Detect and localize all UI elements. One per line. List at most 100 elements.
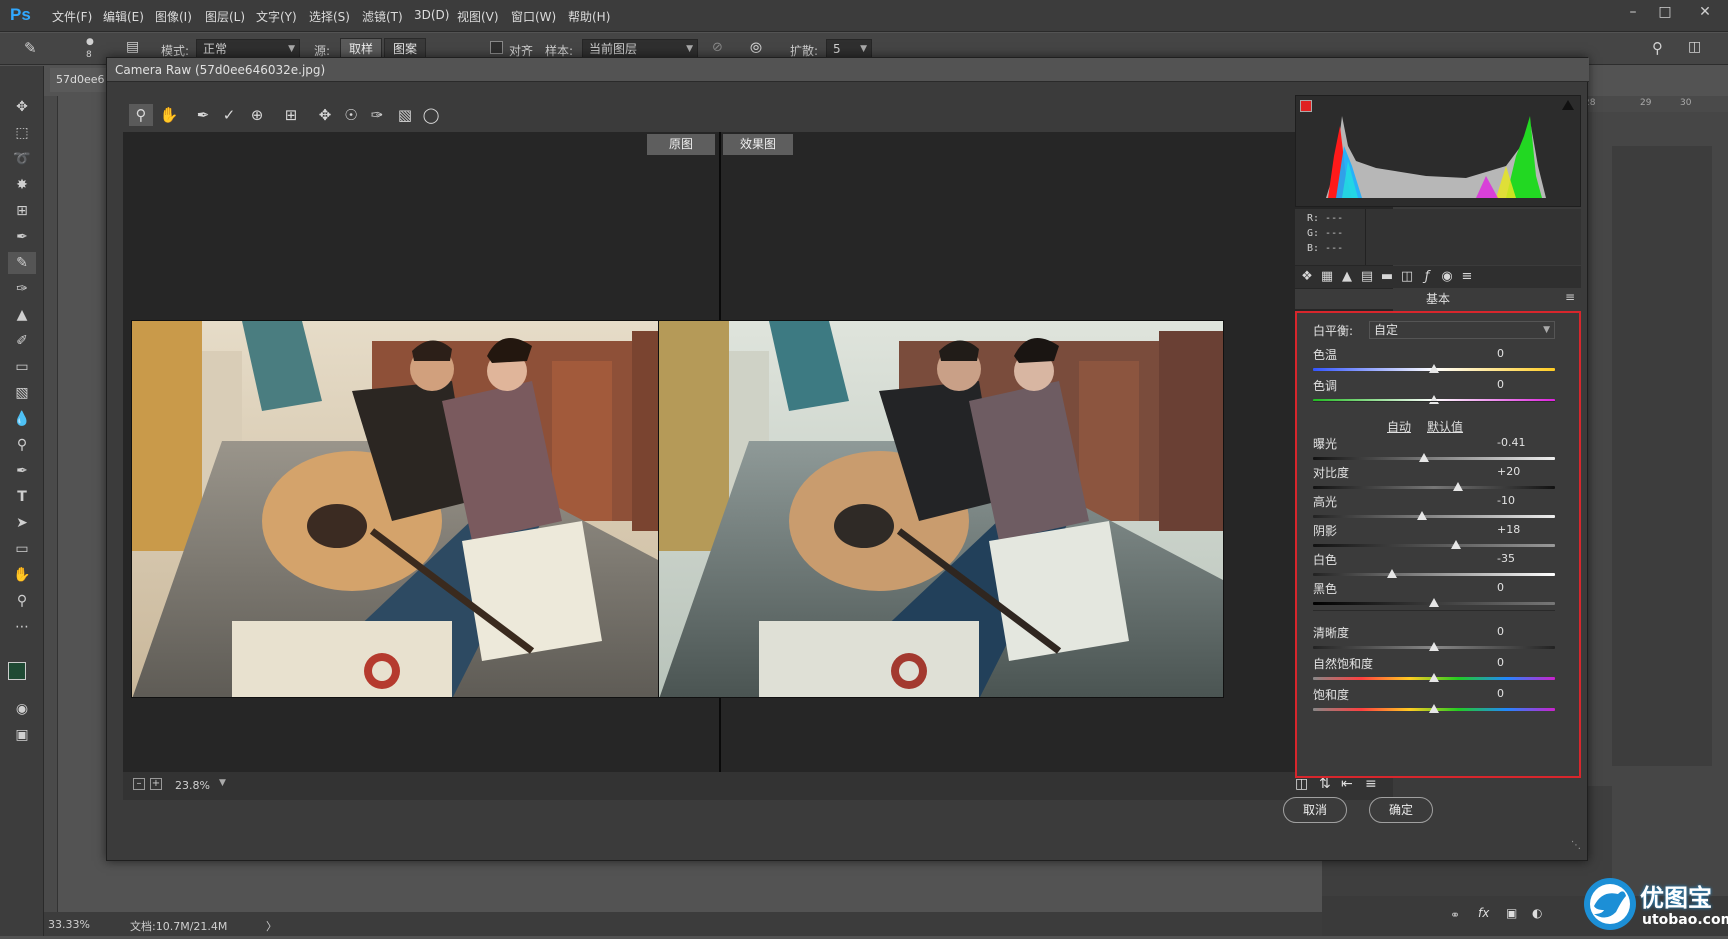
mask-icon[interactable]: ▣ <box>1506 906 1517 920</box>
tab-tone-curve-icon[interactable]: ▦ <box>1317 268 1337 286</box>
slider-track[interactable] <box>1313 544 1555 547</box>
tab-split-toning-icon[interactable]: ▬ <box>1377 268 1397 286</box>
menu-file[interactable]: 文件(F) <box>52 8 92 25</box>
more-tools-icon[interactable]: ⋯ <box>8 616 36 638</box>
radial-filter-icon[interactable]: ◯ <box>419 104 443 126</box>
quick-select-icon[interactable]: ✸ <box>8 174 36 196</box>
color-sampler-icon[interactable]: ✓ <box>217 104 241 126</box>
slider-thumb[interactable] <box>1429 598 1439 607</box>
slider-track[interactable] <box>1313 515 1555 518</box>
path-select-icon[interactable]: ➤ <box>8 512 36 534</box>
white-balance-icon[interactable]: ✒ <box>191 104 215 126</box>
crop-icon[interactable]: ⊞ <box>279 104 303 126</box>
slider-value[interactable]: 0 <box>1497 655 1545 671</box>
minimize-icon[interactable]: – <box>1618 2 1648 24</box>
slider-thumb[interactable] <box>1450 540 1461 549</box>
resize-grip-icon[interactable]: ⋱ <box>1571 840 1581 851</box>
hand-tool-icon[interactable]: ✋ <box>8 564 36 586</box>
tab-effects-icon[interactable]: ƒ <box>1417 268 1437 286</box>
search-icon[interactable]: ⚲ <box>1652 39 1663 57</box>
screen-mode-icon[interactable]: ▣ <box>8 724 36 746</box>
foreground-color-swatch[interactable] <box>8 662 26 680</box>
slider-thumb[interactable] <box>1429 642 1439 651</box>
zoom-out-icon[interactable]: – <box>133 778 145 790</box>
dodge-tool-icon[interactable]: ⚲ <box>8 434 36 456</box>
menu-type[interactable]: 文字(Y) <box>256 8 297 25</box>
eraser-tool-icon[interactable]: ▭ <box>8 356 36 378</box>
workspace-icon[interactable]: ◫ <box>1688 39 1701 55</box>
tab-camera-calibration-icon[interactable]: ◉ <box>1437 268 1457 286</box>
brush-size[interactable]: 8 <box>86 50 92 60</box>
menu-window[interactable]: 窗口(W) <box>511 8 556 25</box>
view-mode-icon[interactable]: ◫ <box>1295 776 1308 792</box>
tab-lens-icon[interactable]: ◫ <box>1397 268 1417 286</box>
slider-thumb[interactable] <box>1386 569 1397 578</box>
pressure-icon[interactable]: ⦾ <box>750 39 762 57</box>
slider-value[interactable]: -35 <box>1497 551 1545 567</box>
slider-value[interactable]: -10 <box>1497 493 1545 509</box>
diffusion-select[interactable]: 5 ▼ <box>826 39 872 59</box>
zoom-tool-icon[interactable]: ⚲ <box>8 590 36 612</box>
targeted-adjust-icon[interactable]: ⊕ <box>245 104 269 126</box>
adjustment-icon[interactable]: ◐ <box>1532 906 1542 920</box>
link-icon[interactable]: ⚭ <box>1450 908 1460 922</box>
healing-brush-icon[interactable]: ✎ <box>24 39 37 57</box>
clone-source-icon[interactable]: ▤ <box>126 39 139 55</box>
white-balance-select[interactable]: 自定 ▼ <box>1369 321 1555 339</box>
menu-select[interactable]: 选择(S) <box>309 8 350 25</box>
after-label[interactable]: 效果图 <box>723 134 793 155</box>
healing-brush-tool-icon[interactable]: ✎ <box>8 252 36 274</box>
rectangle-tool-icon[interactable]: ▭ <box>8 538 36 560</box>
graduated-filter-icon[interactable]: ▧ <box>393 104 417 126</box>
zoom-in-icon[interactable]: + <box>150 778 162 790</box>
menu-edit[interactable]: 编辑(E) <box>103 8 144 25</box>
adjustment-brush-icon[interactable]: ✑ <box>365 104 389 126</box>
slider-value[interactable]: +18 <box>1497 522 1545 538</box>
slider-track[interactable] <box>1313 486 1555 489</box>
tab-basic-icon[interactable]: ❖ <box>1297 268 1317 286</box>
slider-value[interactable]: 0 <box>1497 624 1545 640</box>
slider-track[interactable] <box>1313 457 1555 460</box>
marquee-tool-icon[interactable]: ⬚ <box>8 122 36 144</box>
slider-thumb[interactable] <box>1416 511 1427 520</box>
sample-select[interactable]: 当前图层 ▼ <box>582 39 698 59</box>
copy-settings-icon[interactable]: ⇤ <box>1341 776 1353 792</box>
auto-button[interactable]: 自动 <box>1387 418 1411 435</box>
slider-value[interactable]: 0 <box>1497 346 1545 362</box>
status-arrow-icon[interactable]: 〉 <box>266 918 277 934</box>
before-label[interactable]: 原图 <box>647 134 715 155</box>
menu-filter[interactable]: 滤镜(T) <box>362 8 403 25</box>
brush-tool-icon[interactable]: ✑ <box>8 278 36 300</box>
slider-thumb[interactable] <box>1429 364 1439 373</box>
slider-thumb[interactable] <box>1429 395 1439 404</box>
spot-removal-icon[interactable]: ✥ <box>313 104 337 126</box>
gradient-tool-icon[interactable]: ▧ <box>8 382 36 404</box>
ok-button[interactable]: 确定 <box>1369 797 1433 823</box>
eyedropper-icon[interactable]: ✒ <box>8 226 36 248</box>
stamp-tool-icon[interactable]: ▲ <box>8 304 36 326</box>
document-tab[interactable]: 57d0ee6 <box>50 68 110 92</box>
slider-thumb[interactable] <box>1419 453 1430 462</box>
tab-hsl-icon[interactable]: ▤ <box>1357 268 1377 286</box>
menu-help[interactable]: 帮助(H) <box>568 8 610 25</box>
hand-icon[interactable]: ✋ <box>157 104 181 126</box>
ignore-adjustment-icon[interactable]: ⊘ <box>712 40 723 55</box>
slider-value[interactable]: 0 <box>1497 686 1545 702</box>
slider-value[interactable]: 0 <box>1497 580 1545 596</box>
red-eye-icon[interactable]: ☉ <box>339 104 363 126</box>
slider-thumb[interactable] <box>1429 704 1439 713</box>
tab-detail-icon[interactable]: ▲ <box>1337 268 1357 286</box>
slider-thumb[interactable] <box>1429 673 1439 682</box>
preview-settings-icon[interactable]: ≡ <box>1365 776 1377 792</box>
default-button[interactable]: 默认值 <box>1427 418 1463 435</box>
slider-value[interactable]: 0 <box>1497 377 1545 393</box>
chevron-down-icon[interactable]: ▼ <box>219 778 226 788</box>
close-icon[interactable]: ✕ <box>1690 2 1720 24</box>
slider-track[interactable] <box>1313 573 1555 576</box>
slider-value[interactable]: +20 <box>1497 464 1545 480</box>
fx-icon[interactable]: fx <box>1478 906 1489 920</box>
slider-value[interactable]: -0.41 <box>1497 435 1545 451</box>
blur-tool-icon[interactable]: 💧 <box>8 408 36 430</box>
menu-image[interactable]: 图像(I) <box>155 8 192 25</box>
move-tool-icon[interactable]: ✥ <box>8 96 36 118</box>
